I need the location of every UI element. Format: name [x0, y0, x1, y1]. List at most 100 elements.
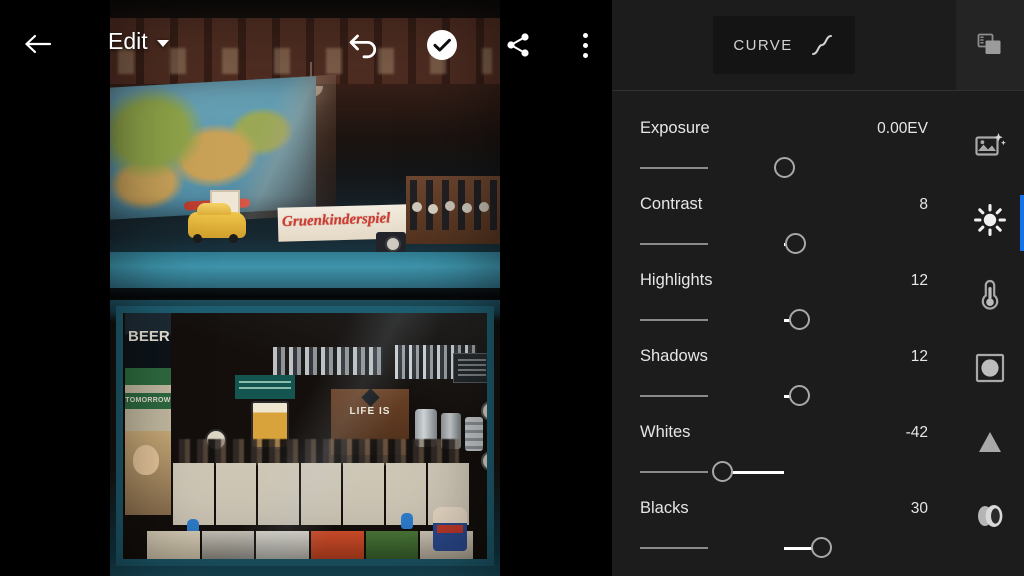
slider-header: Contrast 8	[640, 195, 928, 214]
book-page	[343, 463, 384, 525]
window-contents: BEER TOMORROW LIFE IS	[123, 313, 487, 559]
curve-button-label: CURVE	[733, 36, 793, 54]
slider-value: 8	[919, 196, 928, 213]
chevron-down-icon	[156, 39, 169, 47]
edited-photo[interactable]: Gruenkinderspiel BEER TOMORROW LIFE IS	[110, 0, 500, 576]
slider-track[interactable]	[640, 385, 928, 407]
wall-watch-2	[481, 451, 487, 471]
slider-value: 0.00EV	[877, 120, 928, 137]
beer-poster: BEER	[125, 313, 171, 433]
slider-label: Blacks	[640, 499, 689, 517]
slider-track[interactable]	[640, 309, 928, 331]
slider-handle[interactable]	[785, 233, 807, 254]
slider-shadows[interactable]: Shadows 12	[640, 331, 928, 407]
slider-track[interactable]	[640, 461, 928, 483]
sailor-doll	[433, 507, 467, 551]
rail-item-light[interactable]	[956, 183, 1024, 257]
auto-enhance-icon	[974, 131, 1006, 161]
rail-item-auto-enhance[interactable]	[956, 109, 1024, 183]
yellow-toy-car	[188, 203, 246, 243]
bw-photo-strip-1	[273, 347, 383, 375]
photo-lower-scene: BEER TOMORROW LIFE IS	[110, 300, 500, 576]
photo-canvas[interactable]: Gruenkinderspiel BEER TOMORROW LIFE IS E…	[0, 0, 612, 576]
triangle-icon	[975, 428, 1005, 456]
slider-header: Blacks 30	[640, 499, 928, 518]
rail-item-color[interactable]	[956, 257, 1024, 331]
more-options-button[interactable]	[570, 26, 600, 64]
vintage-camera	[376, 232, 406, 252]
postcard	[201, 531, 255, 559]
book-page	[215, 463, 257, 525]
slider-exposure[interactable]: Exposure 0.00EV	[640, 103, 928, 179]
window-sill-upper	[110, 252, 500, 290]
hip-flask-3	[465, 417, 483, 451]
back-button[interactable]	[20, 26, 56, 62]
slider-label: Whites	[640, 423, 691, 441]
watch-rack	[406, 176, 500, 244]
slider-handle[interactable]	[711, 461, 733, 482]
rail-item-detail[interactable]	[956, 405, 1024, 479]
postcard	[147, 531, 200, 559]
rail-item-effects[interactable]	[956, 331, 1024, 405]
slider-value: 12	[910, 272, 928, 289]
figurine-2	[401, 513, 413, 529]
lens-blur-icon	[972, 501, 1008, 531]
wall-watch-1	[481, 401, 487, 421]
undo-button[interactable]	[345, 26, 383, 64]
slider-rail	[640, 167, 708, 169]
postcard	[365, 531, 419, 559]
slider-track[interactable]	[640, 157, 928, 179]
share-icon	[504, 31, 532, 59]
slider-contrast[interactable]: Contrast 8	[640, 179, 928, 255]
photo-image: Gruenkinderspiel BEER TOMORROW LIFE IS	[110, 0, 500, 576]
slider-track[interactable]	[640, 233, 928, 255]
slider-handle[interactable]	[810, 537, 832, 558]
confirm-button[interactable]	[424, 27, 460, 63]
slider-header: Shadows 12	[640, 347, 928, 366]
share-button[interactable]	[501, 28, 535, 62]
thermometer-icon	[976, 277, 1004, 311]
slider-handle[interactable]	[789, 309, 811, 330]
slider-label: Highlights	[640, 271, 713, 289]
tone-curve-icon	[809, 32, 835, 58]
postcard	[256, 531, 310, 559]
edit-panel: CURVE Exposure 0.00EV Contrast 8 Highlig…	[612, 0, 956, 576]
vignette-icon	[974, 352, 1006, 384]
slider-whites[interactable]: Whites -42	[640, 407, 928, 483]
book-page	[300, 463, 342, 525]
brightness-icon	[973, 203, 1007, 237]
beer-poster-text: BEER	[128, 328, 170, 345]
slider-track[interactable]	[640, 537, 928, 559]
dot	[582, 32, 588, 38]
green-sign	[235, 375, 295, 399]
slider-value: 12	[910, 348, 928, 365]
portrait-poster	[125, 431, 171, 515]
slider-handle[interactable]	[773, 157, 795, 178]
slider-handle[interactable]	[789, 385, 811, 406]
life-is-text: LIFE IS	[349, 406, 391, 417]
undo-icon	[347, 30, 381, 60]
edit-mode-dropdown[interactable]: Edit	[108, 28, 169, 54]
slider-header: Highlights 12	[640, 271, 928, 290]
photo-editor-window: Gruenkinderspiel BEER TOMORROW LIFE IS E…	[0, 0, 1024, 576]
slider-rail	[640, 319, 708, 321]
versions-button[interactable]	[956, 0, 1024, 91]
slider-header: Exposure 0.00EV	[640, 119, 928, 138]
slider-label: Shadows	[640, 347, 708, 365]
trinket-clutter	[179, 439, 459, 465]
postcard-row	[147, 531, 474, 559]
page-title: Edit	[108, 28, 148, 54]
slider-label: Exposure	[640, 119, 710, 137]
slider-blacks[interactable]: Blacks 30	[640, 483, 928, 559]
slider-value: -42	[905, 424, 928, 441]
tool-rail	[956, 0, 1024, 576]
curve-button[interactable]: CURVE	[713, 16, 855, 74]
panel-header: CURVE	[612, 0, 956, 91]
slider-rail	[640, 395, 708, 397]
quote-card	[453, 353, 487, 383]
slider-label: Contrast	[640, 195, 703, 213]
more-vertical-icon	[582, 32, 588, 58]
slider-highlights[interactable]: Highlights 12	[640, 255, 928, 331]
dot	[582, 42, 588, 48]
rail-item-optics[interactable]	[956, 479, 1024, 553]
